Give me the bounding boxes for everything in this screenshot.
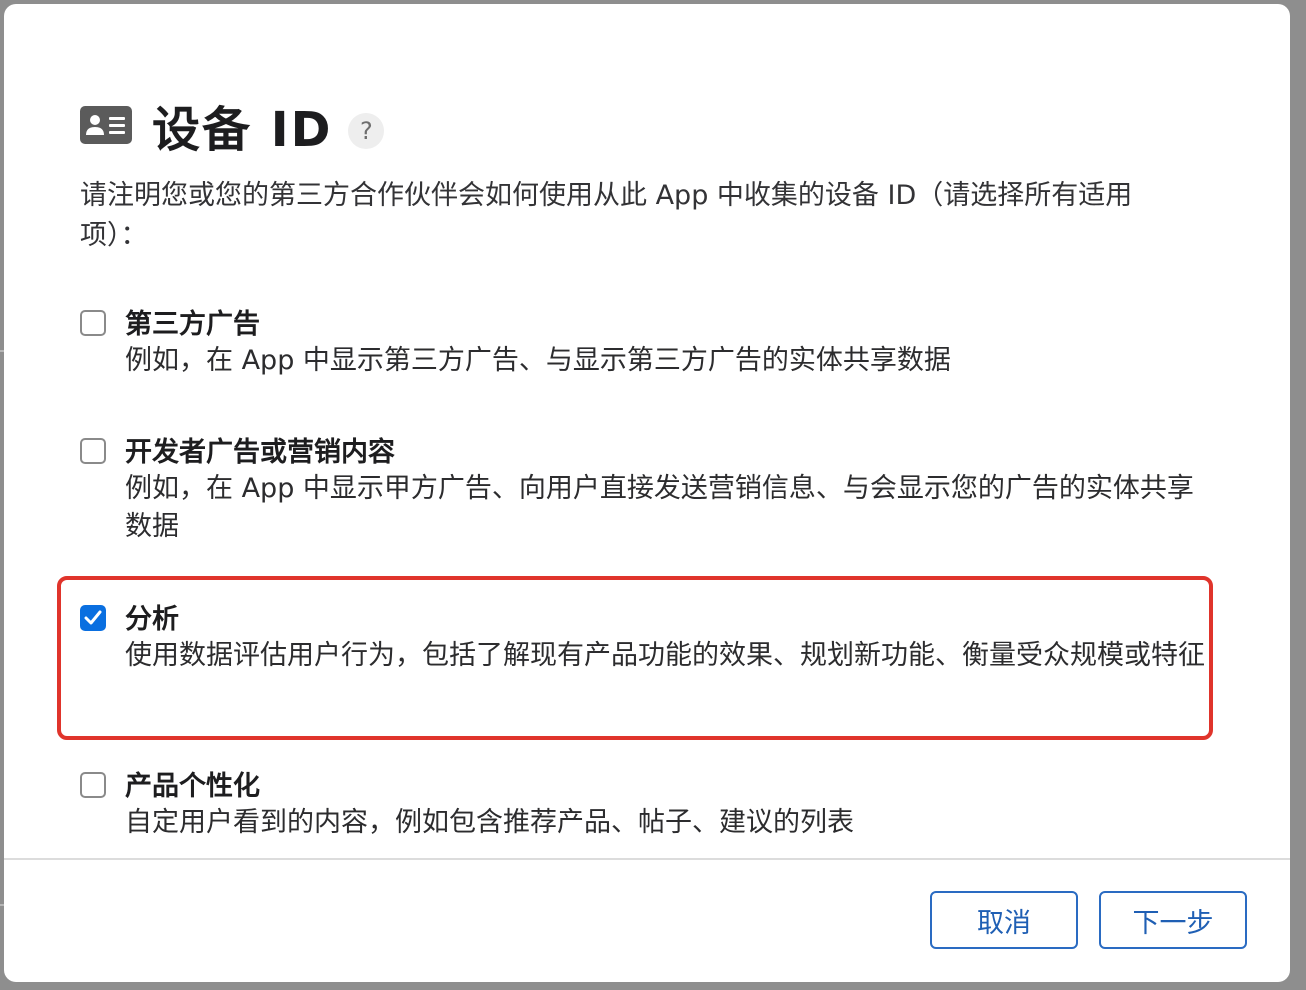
dialog-title: 设备 ID [152, 102, 333, 158]
option-description: 例如，在 App 中显示甲方广告、向用户直接发送营销信息、与会显示您的广告的实体… [125, 473, 1194, 542]
highlight-box [57, 576, 1213, 740]
id-card-icon [80, 106, 132, 144]
device-id-dialog: 设备 ID ? 请注明您或您的第三方合作伙伴会如何使用从此 App 中收集的设备… [4, 4, 1290, 982]
intro-text: 请注明您或您的第三方合作伙伴会如何使用从此 App 中收集的设备 ID（请选择所… [80, 180, 1133, 251]
option-title: 产品个性化 [125, 771, 260, 802]
dialog-header: 设备 ID ? [80, 90, 385, 160]
checkbox[interactable] [80, 772, 106, 798]
footer-divider [4, 858, 1290, 860]
option-description: 自定用户看到的内容，例如包含推荐产品、帖子、建议的列表 [125, 807, 854, 838]
option-title: 开发者广告或营销内容 [125, 437, 395, 468]
option-description: 例如，在 App 中显示第三方广告、与显示第三方广告的实体共享数据 [125, 345, 951, 376]
checkbox[interactable] [80, 310, 106, 336]
option-title: 第三方广告 [125, 309, 260, 340]
next-button[interactable]: 下一步 [1099, 891, 1247, 949]
checkbox[interactable] [80, 438, 106, 464]
cancel-button[interactable]: 取消 [930, 891, 1078, 949]
help-button[interactable]: ? [348, 113, 385, 149]
